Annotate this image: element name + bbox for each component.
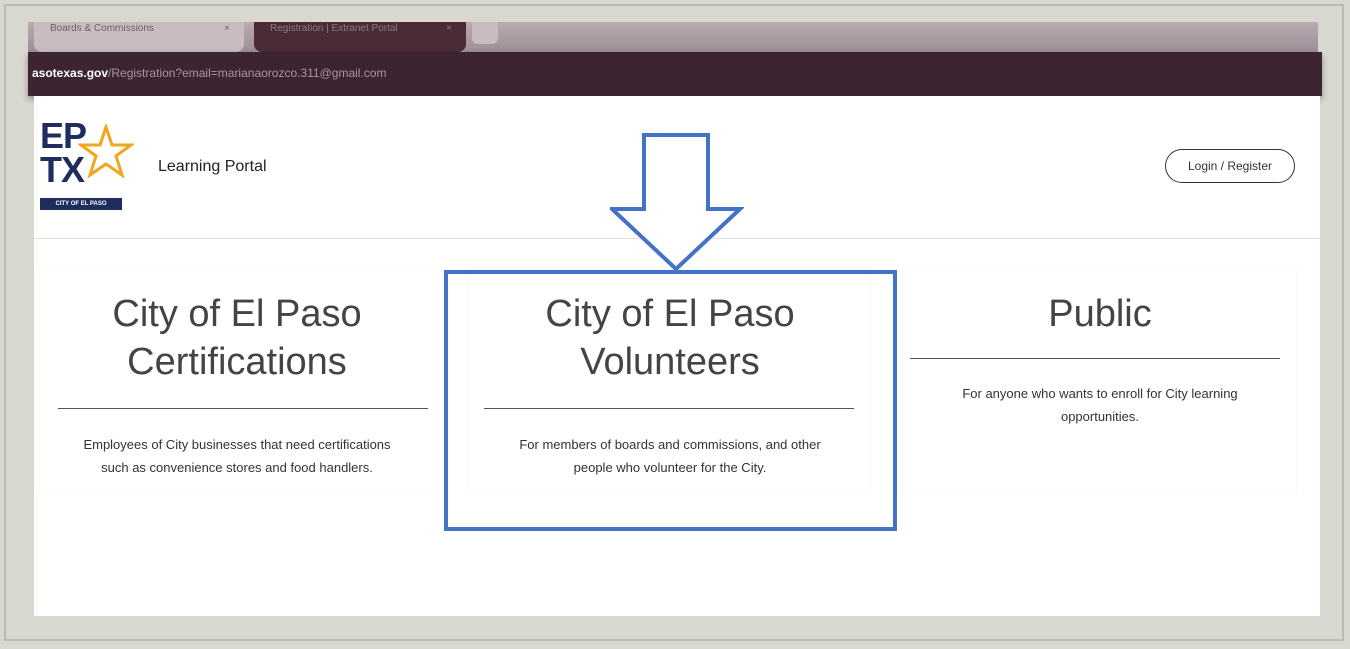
url-path: /Registration?email=marianaorozco.311@gm… bbox=[108, 66, 387, 80]
logo[interactable]: EP TX CITY OF EL PASO bbox=[38, 118, 138, 214]
tab-label: Registration | Extranet Portal bbox=[270, 23, 398, 34]
tab-registration[interactable]: Registration | Extranet Portal × bbox=[254, 22, 466, 52]
arrow-down-icon bbox=[610, 133, 744, 272]
card-divider bbox=[910, 358, 1280, 359]
annotation-highlight-box bbox=[444, 270, 897, 531]
card-title-line2: Certifications bbox=[127, 341, 347, 383]
card-divider bbox=[58, 408, 428, 409]
card-description-line1: For anyone who wants to enroll for City … bbox=[962, 386, 1238, 401]
card-public[interactable]: Public For anyone who wants to enroll fo… bbox=[904, 268, 1296, 494]
url-text[interactable]: asotexas.gov/Registration?email=marianao… bbox=[32, 66, 386, 80]
browser-tab-bar: Boards & Commissions × Registration | Ex… bbox=[28, 22, 1318, 52]
card-description-line2: opportunities. bbox=[1060, 409, 1140, 424]
card-title-line1: City of El Paso bbox=[112, 293, 362, 335]
address-bar[interactable]: asotexas.gov/Registration?email=marianao… bbox=[28, 52, 1322, 96]
card-title: Public bbox=[1048, 293, 1152, 335]
new-tab-button[interactable] bbox=[472, 22, 498, 44]
logo-badge: CITY OF EL PASO bbox=[40, 198, 122, 210]
star-icon bbox=[78, 124, 134, 179]
portal-title: Learning Portal bbox=[158, 158, 267, 175]
tab-boards-commissions[interactable]: Boards & Commissions × bbox=[34, 22, 244, 52]
card-description-line2: such as convenience stores and food hand… bbox=[101, 460, 373, 475]
close-icon[interactable]: × bbox=[446, 22, 452, 36]
close-icon[interactable]: × bbox=[224, 22, 230, 36]
card-description-line1: Employees of City businesses that need c… bbox=[83, 437, 391, 452]
login-register-button[interactable]: Login / Register bbox=[1165, 149, 1295, 183]
card-certifications[interactable]: City of El Paso Certifications Employees… bbox=[40, 268, 434, 494]
tab-label: Boards & Commissions bbox=[50, 23, 154, 34]
url-domain: asotexas.gov bbox=[32, 66, 109, 80]
